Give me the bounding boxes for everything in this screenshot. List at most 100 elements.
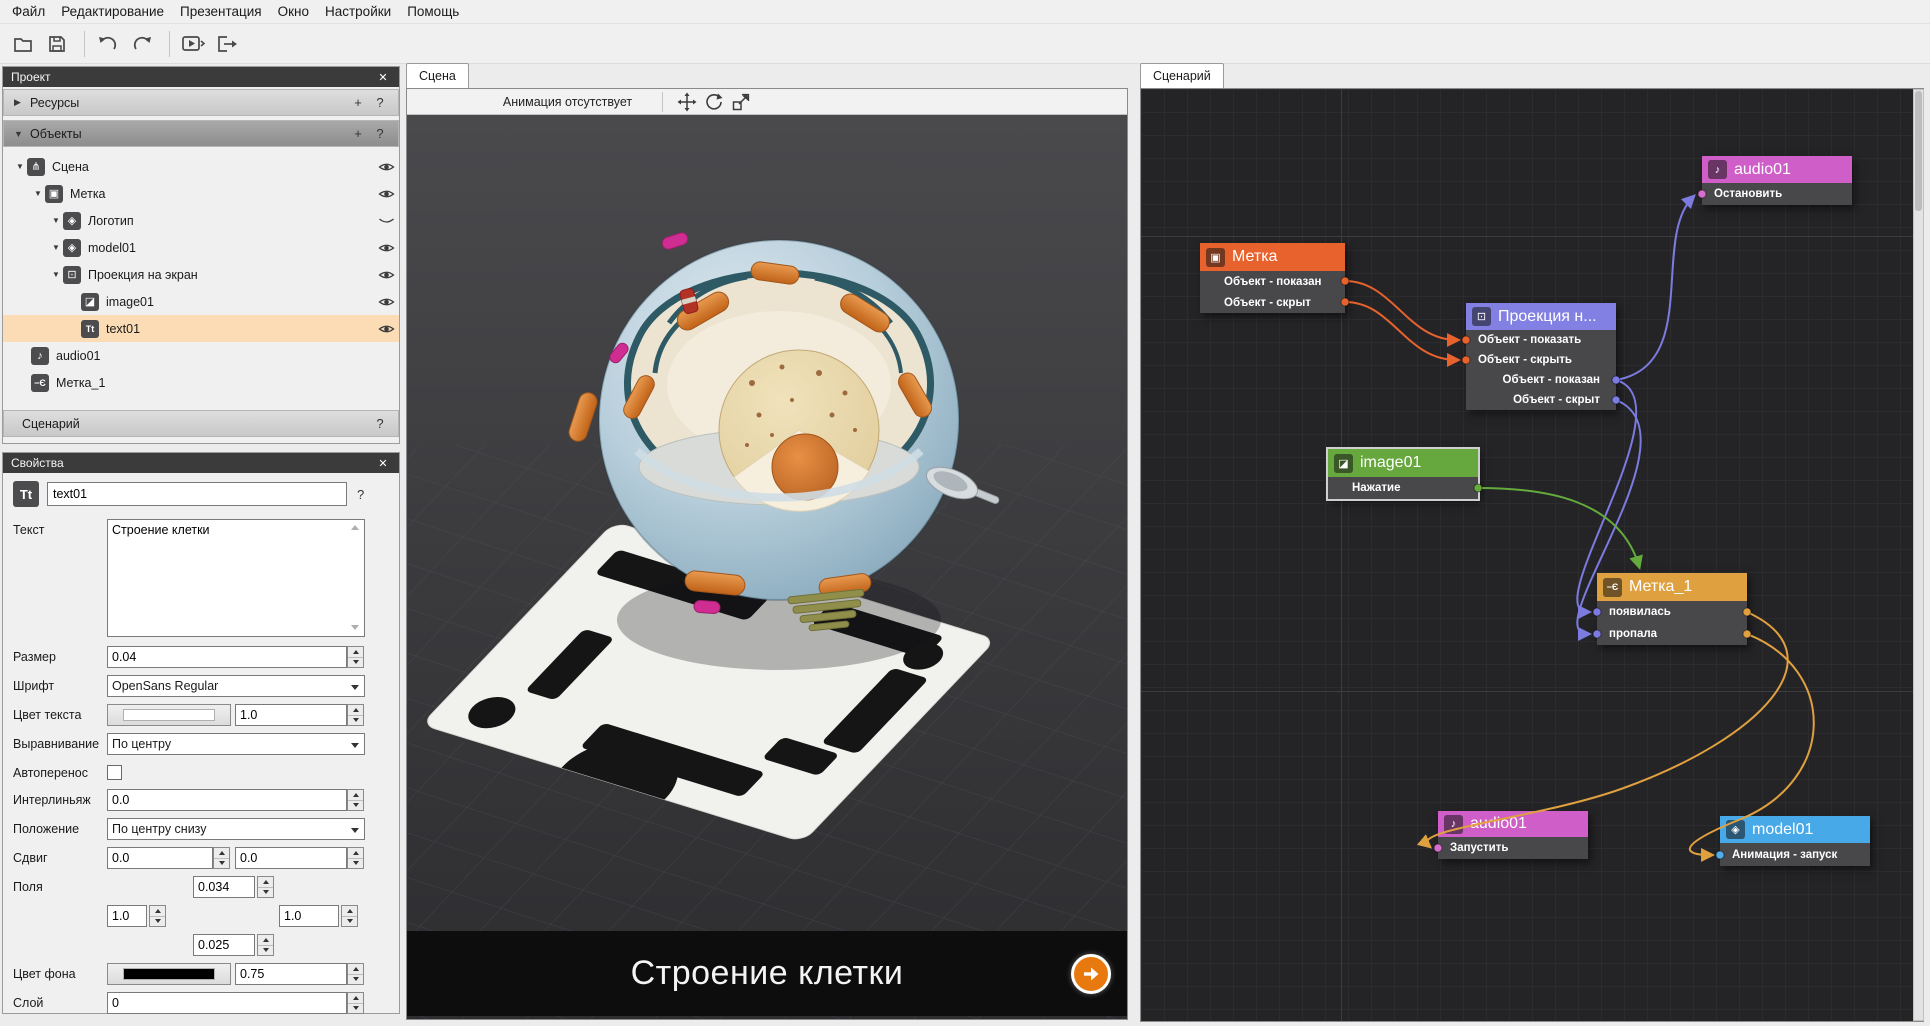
- menu-window[interactable]: Окно: [270, 1, 317, 22]
- margin-top-spinner[interactable]: [257, 876, 274, 898]
- tree-item-marker1[interactable]: −Є Метка_1: [3, 369, 399, 396]
- node-model01[interactable]: ◈ model01 Анимация - запуск: [1720, 816, 1870, 866]
- objects-help-button[interactable]: ?: [372, 126, 388, 141]
- text-color-alpha-spinner[interactable]: [347, 704, 364, 726]
- layer-spinner[interactable]: [347, 992, 364, 1014]
- rotate-tool-button[interactable]: [702, 91, 726, 113]
- margin-right-spinner[interactable]: [341, 905, 358, 927]
- node-port-row[interactable]: появилась: [1597, 601, 1747, 623]
- save-button[interactable]: [42, 29, 72, 59]
- chevron-down-icon[interactable]: ▼: [31, 189, 45, 198]
- offset-x-spinner[interactable]: [213, 847, 230, 869]
- node-audio01-start[interactable]: ♪ audio01 Запустить: [1438, 811, 1588, 859]
- text-color-swatch[interactable]: [107, 704, 231, 726]
- visibility-eye-icon[interactable]: [373, 296, 399, 308]
- node-port-row[interactable]: пропала: [1597, 623, 1747, 645]
- scene-3d-render[interactable]: [407, 115, 1127, 1019]
- menu-help[interactable]: Помощь: [399, 1, 467, 22]
- node-port-row[interactable]: Нажатие: [1328, 477, 1478, 499]
- margin-left-spinner[interactable]: [149, 905, 166, 927]
- node-port-row[interactable]: Объект - скрыть: [1466, 350, 1616, 370]
- chevron-down-icon[interactable]: ▼: [49, 216, 63, 225]
- tree-item-scene[interactable]: ▼ ⋔ Сцена: [3, 153, 399, 180]
- leading-spinner[interactable]: [347, 789, 364, 811]
- node-port-row[interactable]: Объект - показан: [1466, 370, 1616, 390]
- tree-item-screen-projection[interactable]: ▼ ⊡ Проекция на экран: [3, 261, 399, 288]
- menu-edit[interactable]: Редактирование: [53, 1, 172, 22]
- visibility-eye-icon[interactable]: [373, 242, 399, 254]
- move-tool-button[interactable]: [675, 91, 699, 113]
- margin-left-input[interactable]: [107, 905, 147, 927]
- resources-help-button[interactable]: ?: [372, 95, 388, 110]
- size-spinner[interactable]: [347, 646, 364, 668]
- node-audio01-stop[interactable]: ♪ audio01 Остановить: [1702, 156, 1852, 205]
- tree-item-model01[interactable]: ▼ ◈ model01: [3, 234, 399, 261]
- margin-bottom-input[interactable]: [193, 934, 255, 956]
- node-marker1[interactable]: −Є Метка_1 появилась пропала: [1597, 573, 1747, 645]
- offset-y-spinner[interactable]: [347, 847, 364, 869]
- align-select[interactable]: По центру: [107, 733, 365, 755]
- bg-color-alpha-input[interactable]: [235, 963, 347, 985]
- leading-input[interactable]: [107, 789, 347, 811]
- add-resource-button[interactable]: +: [350, 95, 366, 110]
- tree-item-marker[interactable]: ▼ ▣ Метка: [3, 180, 399, 207]
- chevron-down-icon[interactable]: ▼: [49, 243, 63, 252]
- text-color-alpha-input[interactable]: [235, 704, 347, 726]
- margin-bottom-spinner[interactable]: [257, 934, 274, 956]
- next-arrow-button[interactable]: [1071, 954, 1111, 994]
- add-object-button[interactable]: +: [350, 126, 366, 141]
- visibility-eye-icon[interactable]: [373, 269, 399, 281]
- node-port-row[interactable]: Остановить: [1702, 183, 1852, 205]
- tree-item-text01[interactable]: Tt text01: [3, 315, 399, 342]
- scrollbar-thumb[interactable]: [1915, 91, 1922, 211]
- start-presentation-button[interactable]: [178, 29, 208, 59]
- scroll-down-icon[interactable]: [351, 625, 359, 630]
- offset-x-input[interactable]: [107, 847, 213, 869]
- scale-tool-button[interactable]: [729, 91, 753, 113]
- bg-color-swatch[interactable]: [107, 963, 231, 985]
- menu-presentation[interactable]: Презентация: [172, 1, 270, 22]
- close-icon[interactable]: ✕: [375, 457, 391, 470]
- bg-color-alpha-spinner[interactable]: [347, 963, 364, 985]
- node-port-row[interactable]: Объект - скрыт: [1200, 292, 1345, 313]
- margin-top-input[interactable]: [193, 876, 255, 898]
- scroll-up-icon[interactable]: [351, 525, 359, 530]
- node-port-row[interactable]: Запустить: [1438, 837, 1588, 859]
- offset-y-input[interactable]: [235, 847, 347, 869]
- scenario-help-button[interactable]: ?: [372, 416, 388, 431]
- node-marker[interactable]: ▣ Метка Объект - показан Объект - скрыт: [1200, 243, 1345, 313]
- tree-item-audio01[interactable]: ♪ audio01: [3, 342, 399, 369]
- undo-button[interactable]: [93, 29, 123, 59]
- visibility-eye-icon[interactable]: [373, 323, 399, 335]
- scenario-graph[interactable]: ▣ Метка Объект - показан Объект - скрыт …: [1140, 88, 1924, 1022]
- visibility-eye-closed-icon[interactable]: [373, 215, 399, 227]
- tree-item-logo[interactable]: ▼ ◈ Логотип: [3, 207, 399, 234]
- text-value-input[interactable]: Строение клетки: [107, 519, 365, 637]
- section-scenario[interactable]: Сценарий ?: [3, 410, 399, 437]
- margin-right-input[interactable]: [279, 905, 339, 927]
- graph-scrollbar[interactable]: [1913, 89, 1924, 1021]
- section-resources[interactable]: ▶ Ресурсы + ?: [3, 89, 399, 116]
- node-image01[interactable]: ◪ image01 Нажатие: [1328, 449, 1478, 499]
- chevron-down-icon[interactable]: ▼: [49, 270, 63, 279]
- position-select[interactable]: По центру снизу: [107, 818, 365, 840]
- menu-file[interactable]: Файл: [4, 1, 53, 22]
- tree-item-image01[interactable]: ◪ image01: [3, 288, 399, 315]
- animation-status[interactable]: Анимация отсутствует: [485, 95, 650, 109]
- close-icon[interactable]: ✕: [375, 71, 391, 84]
- tab-scene[interactable]: Сцена: [406, 63, 469, 88]
- property-help-button[interactable]: ?: [357, 487, 364, 502]
- section-objects[interactable]: ▼ Объекты + ?: [3, 120, 399, 147]
- visibility-eye-icon[interactable]: [373, 188, 399, 200]
- menu-settings[interactable]: Настройки: [317, 1, 399, 22]
- wrap-checkbox[interactable]: [107, 765, 122, 780]
- node-projection[interactable]: ⊡ Проекция н... Объект - показать Объект…: [1466, 303, 1616, 410]
- node-port-row[interactable]: Анимация - запуск: [1720, 843, 1870, 866]
- node-port-row[interactable]: Объект - показать: [1466, 330, 1616, 350]
- tab-scenario[interactable]: Сценарий: [1140, 63, 1224, 88]
- visibility-eye-icon[interactable]: [373, 161, 399, 173]
- node-port-row[interactable]: Объект - показан: [1200, 271, 1345, 292]
- export-button[interactable]: [212, 29, 242, 59]
- font-select[interactable]: OpenSans Regular: [107, 675, 365, 697]
- node-port-row[interactable]: Объект - скрыт: [1466, 390, 1616, 410]
